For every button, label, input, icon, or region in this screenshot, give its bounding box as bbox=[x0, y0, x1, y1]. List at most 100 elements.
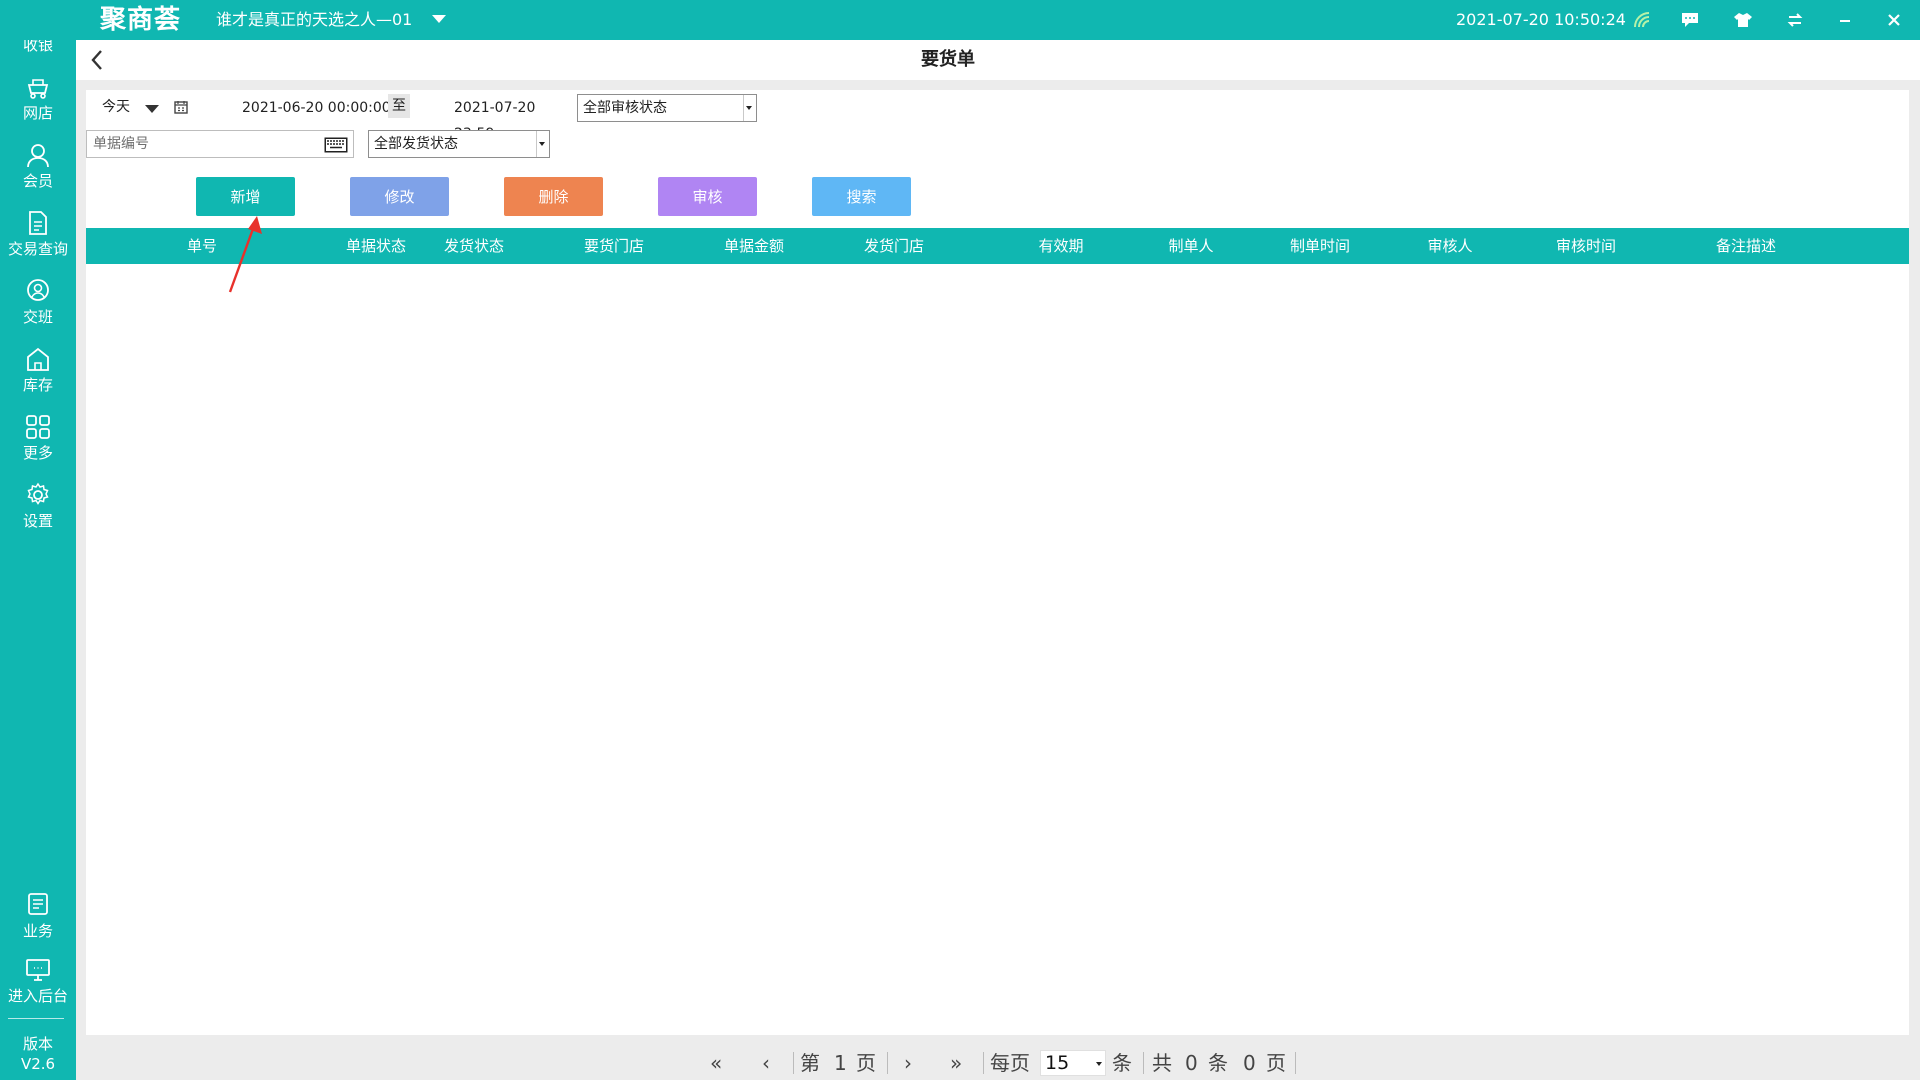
current-datetime: 2021-07-20 10:50:24 bbox=[1456, 10, 1626, 29]
search-button[interactable]: 搜索 bbox=[812, 177, 911, 216]
start-date-value: 2021-06-20 00:00:00 bbox=[242, 100, 391, 116]
store-dropdown-caret[interactable] bbox=[432, 15, 446, 23]
edit-button[interactable]: 修改 bbox=[350, 177, 449, 216]
sidebar-divider bbox=[8, 1018, 64, 1019]
brand-logo: 聚商荟 bbox=[100, 5, 182, 35]
column-header-creator[interactable]: 制单人 bbox=[1156, 228, 1226, 264]
page-prefix: 第 bbox=[800, 1051, 820, 1075]
total-pages: 0 bbox=[1243, 1051, 1256, 1075]
keyboard-icon[interactable] bbox=[324, 136, 348, 162]
title-bar: 要货单 bbox=[76, 40, 1920, 80]
doc-number-placeholder: 单据编号 bbox=[93, 136, 149, 152]
column-header-ship-status[interactable]: 发货状态 bbox=[434, 228, 514, 264]
calendar-icon[interactable] bbox=[170, 94, 192, 120]
sidebar-item-inventory[interactable]: 库存 bbox=[0, 344, 76, 404]
sidebar-item-label: 业务 bbox=[22, 922, 53, 940]
shift-handover-icon bbox=[27, 279, 49, 301]
add-button[interactable]: 新增 bbox=[196, 177, 295, 216]
period-select-value: 今天 bbox=[102, 99, 130, 115]
sidebar-item-label: 进入后台 bbox=[7, 987, 68, 1005]
settings-gear-icon bbox=[27, 482, 49, 505]
first-page-icon[interactable]: « bbox=[710, 1048, 722, 1078]
next-page-icon[interactable]: › bbox=[904, 1048, 912, 1078]
sidebar-item-label: 库存 bbox=[22, 376, 53, 394]
member-icon bbox=[27, 144, 49, 168]
range-separator: 至 bbox=[388, 94, 410, 118]
page-title: 要货单 bbox=[921, 49, 975, 70]
top-bar: 聚商荟 谁才是真正的天选之人—01 2021-07-20 10:50:24 bbox=[0, 0, 1920, 40]
annotation-arrow bbox=[228, 216, 262, 293]
close-icon[interactable] bbox=[1882, 8, 1906, 32]
chevron-down-icon bbox=[746, 106, 752, 110]
sidebar-item-label: 更多 bbox=[22, 444, 53, 462]
store-name[interactable]: 谁才是真正的天选之人—01 bbox=[216, 9, 412, 31]
column-header-remarks[interactable]: 备注描述 bbox=[1706, 228, 1786, 264]
inventory-icon bbox=[27, 347, 49, 371]
sidebar-item-transaction-query[interactable]: 交易查询 bbox=[0, 208, 76, 268]
pager-divider bbox=[1295, 1052, 1296, 1074]
pager-divider bbox=[793, 1052, 794, 1074]
minimize-icon[interactable] bbox=[1833, 8, 1857, 32]
chevron-down-icon bbox=[539, 142, 545, 146]
sidebar-item-label: 会员 bbox=[22, 172, 53, 190]
transaction-query-icon bbox=[29, 211, 47, 235]
prev-page-icon[interactable]: ‹ bbox=[762, 1048, 770, 1078]
column-header-validity[interactable]: 有效期 bbox=[1026, 228, 1096, 264]
business-icon bbox=[28, 893, 48, 915]
chevron-down-icon bbox=[1096, 1062, 1102, 1066]
chevron-down-icon bbox=[145, 105, 159, 113]
sidebar-item-member[interactable]: 会员 bbox=[0, 140, 76, 200]
delete-button[interactable]: 删除 bbox=[504, 177, 603, 216]
sidebar-item-label: 网店 bbox=[22, 104, 53, 122]
sidebar-item-label: 设置 bbox=[22, 512, 53, 530]
skin-theme-icon[interactable] bbox=[1731, 8, 1755, 32]
pager-divider bbox=[983, 1052, 984, 1074]
switch-sync-icon[interactable] bbox=[1783, 8, 1807, 32]
audit-status-select[interactable]: 全部审核状态 bbox=[577, 94, 757, 122]
column-header-ship-store[interactable]: 发货门店 bbox=[854, 228, 934, 264]
sidebar-item-more[interactable]: 更多 bbox=[0, 412, 76, 472]
period-select[interactable]: 今天 bbox=[88, 94, 164, 120]
main-content: 今天 2021-06-20 00:00:00 至 2021-07-20 23:5… bbox=[86, 90, 1909, 1035]
column-header-audit-time[interactable]: 审核时间 bbox=[1546, 228, 1626, 264]
version-title: 版本 bbox=[22, 1035, 53, 1053]
doc-number-input[interactable]: 单据编号 bbox=[86, 130, 354, 158]
total-items-unit: 条 bbox=[1208, 1051, 1228, 1075]
ship-status-value: 全部发货状态 bbox=[374, 136, 458, 152]
per-page-select[interactable]: 15 bbox=[1040, 1050, 1106, 1076]
sidebar-item-backend[interactable]: 进入后台 bbox=[0, 955, 76, 1015]
message-icon[interactable] bbox=[1678, 8, 1702, 32]
total-items: 0 bbox=[1185, 1051, 1198, 1075]
column-header-amount[interactable]: 单据金额 bbox=[714, 228, 794, 264]
column-header-doc-status[interactable]: 单据状态 bbox=[336, 228, 416, 264]
total-pages-unit: 页 bbox=[1266, 1051, 1286, 1075]
backend-monitor-icon bbox=[26, 959, 50, 981]
online-store-icon bbox=[27, 79, 49, 99]
sidebar-item-business[interactable]: 业务 bbox=[0, 890, 76, 950]
sidebar-item-label: 交班 bbox=[22, 308, 53, 326]
sidebar-item-shift-handover[interactable]: 交班 bbox=[0, 276, 76, 336]
total-prefix: 共 bbox=[1152, 1051, 1172, 1075]
table-header: 单号 单据状态 发货状态 要货门店 单据金额 发货门店 有效期 制单人 制单时间… bbox=[86, 228, 1909, 264]
audit-button[interactable]: 审核 bbox=[658, 177, 757, 216]
page-suffix: 页 bbox=[856, 1051, 876, 1075]
wifi-signal-icon[interactable] bbox=[1630, 8, 1654, 32]
per-page-value: 15 bbox=[1045, 1052, 1070, 1074]
pager-divider bbox=[887, 1052, 888, 1074]
pager-divider bbox=[1143, 1052, 1144, 1074]
column-header-doc-no[interactable]: 单号 bbox=[172, 228, 232, 264]
audit-status-value: 全部审核状态 bbox=[583, 100, 667, 116]
sidebar-item-settings[interactable]: 设置 bbox=[0, 480, 76, 540]
ship-status-select[interactable]: 全部发货状态 bbox=[368, 130, 550, 158]
column-header-request-store[interactable]: 要货门店 bbox=[574, 228, 654, 264]
end-date-field[interactable]: 2021-07-20 23:59 bbox=[416, 94, 572, 142]
current-page[interactable]: 1 bbox=[834, 1048, 847, 1078]
version-value: V2.6 bbox=[20, 1055, 56, 1073]
per-page-label: 每页 bbox=[990, 1051, 1030, 1075]
select-divider bbox=[536, 131, 537, 157]
column-header-auditor[interactable]: 审核人 bbox=[1420, 228, 1480, 264]
last-page-icon[interactable]: » bbox=[950, 1048, 962, 1078]
sidebar-item-online-store[interactable]: 网店 bbox=[0, 72, 76, 132]
column-header-create-time[interactable]: 制单时间 bbox=[1280, 228, 1360, 264]
sidebar: ¥ 收银 网店 会员 交易查询 交班 库存 更多 设置 业务 进入后台 版本 V… bbox=[0, 0, 76, 1080]
